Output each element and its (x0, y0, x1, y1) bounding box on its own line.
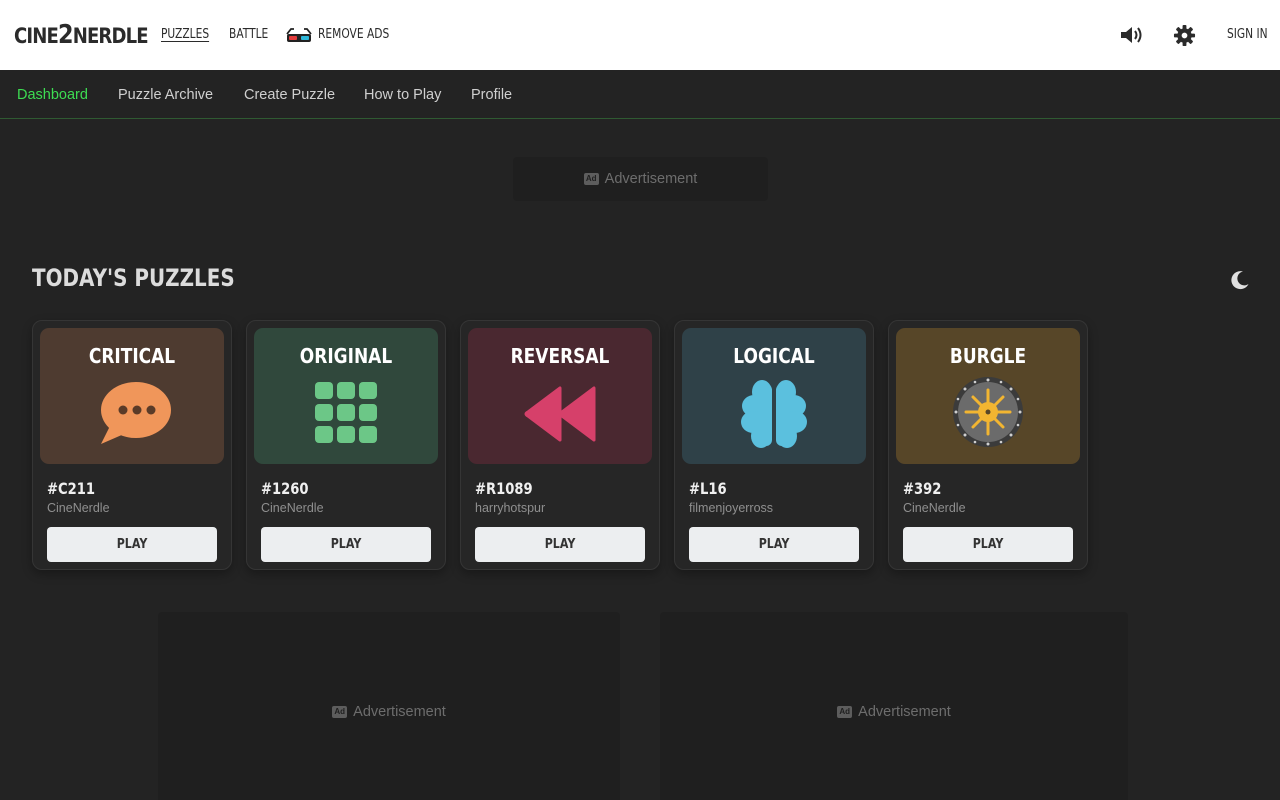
advertisement-top[interactable]: Ad Advertisement (513, 157, 768, 201)
rewind-icon (524, 386, 596, 442)
puzzle-card-logical: LOGICAL #L16 filmenjoyerross PLAY (674, 320, 874, 570)
play-button[interactable]: PLAY (475, 527, 645, 562)
puzzle-title: BURGLE (949, 344, 1027, 368)
ad-icon: Ad (332, 706, 348, 718)
advertisement-bottom-right[interactable]: Ad Advertisement (660, 612, 1128, 800)
play-label: PLAY (758, 537, 790, 552)
logo-text-left: CINE (14, 24, 59, 48)
gear-icon[interactable] (1173, 24, 1196, 47)
puzzle-number: #C211 (47, 479, 96, 498)
logo-text-mid: 2 (57, 20, 74, 50)
subnav-how-to-play[interactable]: How to Play (364, 87, 441, 103)
puzzle-author: CineNerdle (903, 501, 966, 515)
puzzle-card-original: ORIGINAL #1260 CineNerdle PLAY (246, 320, 446, 570)
advertisement-label: Advertisement (858, 704, 951, 720)
speaker-icon[interactable] (1119, 24, 1145, 46)
subnav-profile[interactable]: Profile (471, 87, 512, 103)
puzzle-author: harryhotspur (475, 501, 546, 515)
puzzle-banner[interactable]: LOGICAL (682, 328, 866, 464)
play-label: PLAY (330, 537, 362, 552)
puzzle-number: #L16 (689, 479, 727, 498)
puzzle-title: ORIGINAL (299, 344, 393, 368)
subnav-create-puzzle[interactable]: Create Puzzle (244, 87, 335, 103)
puzzle-card-reversal: REVERSAL #R1089 harryhotspur PLAY (460, 320, 660, 570)
section-title: TODAY'S PUZZLES (32, 264, 235, 292)
puzzle-banner[interactable]: CRITICAL (40, 328, 224, 464)
puzzle-author: filmenjoyerross (689, 501, 774, 515)
subnav-puzzle-archive[interactable]: Puzzle Archive (118, 87, 213, 103)
puzzle-banner[interactable]: ORIGINAL (254, 328, 438, 464)
puzzle-card-critical: CRITICAL #C211 CineNerdle PLAY (32, 320, 232, 570)
play-label: PLAY (544, 537, 576, 552)
play-button[interactable]: PLAY (689, 527, 859, 562)
puzzle-author: CineNerdle (261, 501, 324, 515)
moon-icon[interactable] (1230, 270, 1250, 290)
puzzle-number: #R1089 (475, 479, 533, 498)
nav-battle[interactable]: BATTLE (229, 27, 268, 42)
puzzle-banner[interactable]: REVERSAL (468, 328, 652, 464)
play-button[interactable]: PLAY (261, 527, 431, 562)
puzzle-number: #1260 (261, 479, 309, 498)
puzzle-card-burgle: BURGLE #392 CineNerdle PLAY (888, 320, 1088, 570)
puzzle-banner[interactable]: BURGLE (896, 328, 1080, 464)
play-button[interactable]: PLAY (47, 527, 217, 562)
sign-in-link[interactable]: SIGN IN (1227, 27, 1268, 42)
play-button[interactable]: PLAY (903, 527, 1073, 562)
sub-navigation: Dashboard Puzzle Archive Create Puzzle H… (0, 70, 1280, 119)
subnav-dashboard[interactable]: Dashboard (17, 87, 88, 103)
brain-icon (741, 380, 807, 450)
top-bar: CINE2NERDLE PUZZLES BATTLE REMOVE ADS SI… (0, 0, 1280, 70)
puzzle-title: CRITICAL (88, 344, 176, 368)
nav-puzzles[interactable]: PUZZLES (161, 27, 209, 42)
play-label: PLAY (972, 537, 1004, 552)
advertisement-label: Advertisement (604, 171, 698, 187)
vault-icon (953, 377, 1023, 447)
speech-bubble-icon (101, 382, 171, 444)
logo-text-right: NERDLE (72, 24, 149, 48)
ad-icon: Ad (583, 173, 599, 185)
play-label: PLAY (116, 537, 148, 552)
puzzle-title: LOGICAL (733, 344, 815, 368)
3d-glasses-icon[interactable] (286, 28, 312, 44)
advertisement-label: Advertisement (353, 704, 446, 720)
advertisement-bottom-left[interactable]: Ad Advertisement (158, 612, 620, 800)
nav-remove-ads[interactable]: REMOVE ADS (318, 27, 389, 42)
puzzle-title: REVERSAL (510, 344, 610, 368)
grid-icon (315, 382, 377, 443)
ad-icon: Ad (837, 706, 853, 718)
site-logo[interactable]: CINE2NERDLE (14, 20, 149, 50)
puzzle-author: CineNerdle (47, 501, 110, 515)
puzzle-number: #392 (903, 479, 942, 498)
